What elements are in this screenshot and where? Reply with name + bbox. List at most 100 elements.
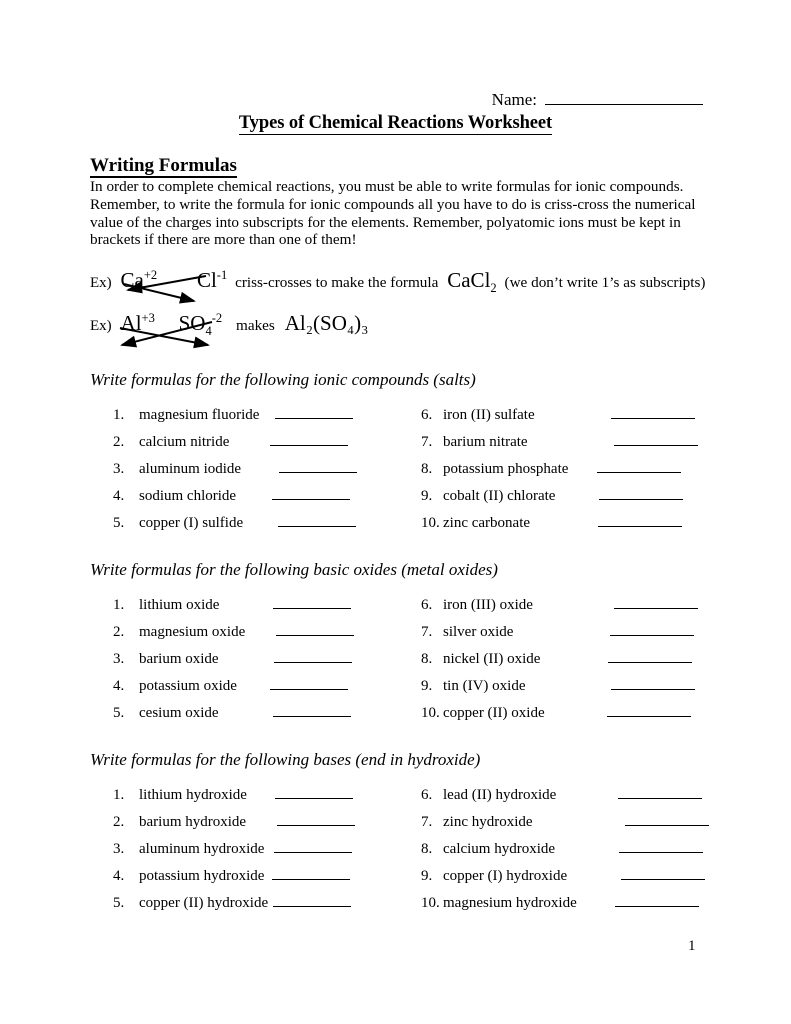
item-number: 1.	[113, 407, 125, 423]
list-item: 4. potassium oxide	[113, 678, 354, 705]
example-1-cation: Ca+2	[121, 268, 158, 292]
section-3-heading: Write formulas for the following bases (…	[90, 750, 481, 769]
example-1: Ex) Ca+2 Cl-1 criss-crosses to make the …	[90, 268, 705, 296]
list-item: 2. barium hydroxide	[113, 814, 356, 841]
writing-formulas-heading: Writing Formulas	[90, 155, 237, 178]
answer-blank[interactable]	[624, 814, 709, 826]
answer-blank[interactable]	[611, 678, 696, 690]
answer-blank[interactable]	[619, 841, 704, 853]
answer-blank[interactable]	[613, 597, 698, 609]
item-number: 2.	[113, 434, 125, 450]
section-1-right-list: 6. iron (II) sulfate 7. barium nitrate 8. p…	[421, 407, 698, 542]
answer-blank[interactable]	[273, 651, 352, 663]
answer-blank[interactable]	[606, 705, 691, 717]
example-1-cation-symbol: Ca	[120, 268, 144, 292]
list-item: 9. tin (IV) oxide	[421, 678, 698, 705]
item-number: 9.	[421, 488, 433, 504]
item-number: 7.	[421, 814, 433, 830]
item-label: potassium oxide	[139, 678, 237, 694]
item-label: copper (I) sulfide	[139, 515, 244, 531]
item-number: 8.	[421, 461, 433, 477]
list-item: 1. magnesium fluoride	[113, 407, 357, 434]
list-item: 4. sodium chloride	[113, 488, 357, 515]
name-label: Name:	[491, 90, 537, 109]
item-number: 6.	[421, 787, 433, 803]
list-item: 3. barium oxide	[113, 651, 354, 678]
list-item: 7. silver oxide	[421, 624, 698, 651]
item-number: 3.	[113, 461, 125, 477]
item-label: aluminum hydroxide	[139, 841, 265, 857]
answer-blank[interactable]	[277, 814, 356, 826]
item-label: potassium hydroxide	[139, 868, 265, 884]
item-label: sodium chloride	[139, 488, 237, 504]
item-number: 10.	[421, 515, 440, 531]
item-number: 9.	[421, 868, 433, 884]
list-item: 3. aluminum iodide	[113, 461, 358, 488]
answer-blank[interactable]	[618, 787, 703, 799]
example-1-result-formula: CaCl	[447, 268, 491, 292]
page-number: 1	[688, 938, 696, 954]
answer-blank[interactable]	[272, 488, 351, 500]
list-item: 10. copper (II) oxide	[421, 705, 698, 732]
section-2-left-list: 1. lithium oxide 2. magnesium oxide 3. bari…	[113, 597, 355, 732]
item-number: 3.	[113, 841, 125, 857]
section-2-right-list: 6. iron (III) oxide 7. silver oxide 8. nick…	[421, 597, 698, 732]
item-label: aluminum iodide	[139, 461, 242, 477]
example-2-connector: makes	[236, 317, 275, 334]
intro-paragraph: In order to complete chemical reactions,…	[90, 178, 696, 249]
answer-blank[interactable]	[274, 787, 353, 799]
answer-blank[interactable]	[273, 597, 352, 609]
item-label: magnesium fluoride	[139, 407, 260, 423]
list-item: 5. cesium oxide	[113, 705, 354, 732]
answer-blank[interactable]	[272, 705, 351, 717]
answer-blank[interactable]	[598, 515, 683, 527]
answer-blank[interactable]	[614, 895, 699, 907]
answer-blank[interactable]	[597, 461, 682, 473]
section-1-heading: Write formulas for the following ionic c…	[90, 370, 476, 389]
list-item: 1. lithium oxide	[113, 597, 354, 624]
answer-blank[interactable]	[273, 895, 352, 907]
example-2-anion-charge: -2	[211, 311, 223, 325]
name-input-blank[interactable]	[545, 90, 703, 105]
answer-blank[interactable]	[269, 678, 348, 690]
name-field-row: Name:	[88, 90, 703, 110]
item-number: 7.	[421, 434, 433, 450]
answer-blank[interactable]	[275, 407, 354, 419]
answer-blank[interactable]	[270, 434, 349, 446]
item-label: barium hydroxide	[139, 814, 247, 830]
list-item: 6. iron (III) oxide	[421, 597, 698, 624]
item-number: 2.	[113, 624, 125, 640]
answer-blank[interactable]	[599, 488, 684, 500]
item-label: magnesium hydroxide	[443, 895, 577, 911]
answer-blank[interactable]	[610, 624, 695, 636]
answer-blank[interactable]	[613, 434, 698, 446]
item-number: 4.	[113, 488, 125, 504]
answer-blank[interactable]	[278, 515, 357, 527]
answer-blank[interactable]	[621, 868, 706, 880]
list-item: 5. copper (I) sulfide	[113, 515, 357, 542]
list-item: 4. potassium hydroxide	[113, 868, 355, 895]
list-item: 1. lithium hydroxide	[113, 787, 355, 814]
example-2-anion: SO4-2	[179, 311, 223, 338]
item-number: 4.	[113, 868, 125, 884]
item-label: tin (IV) oxide	[443, 678, 526, 694]
item-number: 6.	[421, 597, 433, 613]
answer-blank[interactable]	[279, 461, 358, 473]
item-label: copper (II) hydroxide	[139, 895, 269, 911]
list-item: 10. magnesium hydroxide	[421, 895, 709, 922]
item-number: 1.	[113, 787, 125, 803]
list-item: 9. cobalt (II) chlorate	[421, 488, 698, 515]
item-label: iron (III) oxide	[443, 597, 533, 613]
list-item: 5. copper (II) hydroxide	[113, 895, 355, 922]
list-item: 8. calcium hydroxide	[421, 841, 709, 868]
list-item: 6. lead (II) hydroxide	[421, 787, 709, 814]
item-label: copper (I) hydroxide	[443, 868, 568, 884]
answer-blank[interactable]	[610, 407, 695, 419]
answer-blank[interactable]	[272, 868, 351, 880]
item-label: nickel (II) oxide	[443, 651, 541, 667]
example-1-cation-charge: +2	[143, 268, 158, 282]
answer-blank[interactable]	[608, 651, 693, 663]
answer-blank[interactable]	[276, 624, 355, 636]
list-item: 7. zinc hydroxide	[421, 814, 709, 841]
answer-blank[interactable]	[274, 841, 353, 853]
